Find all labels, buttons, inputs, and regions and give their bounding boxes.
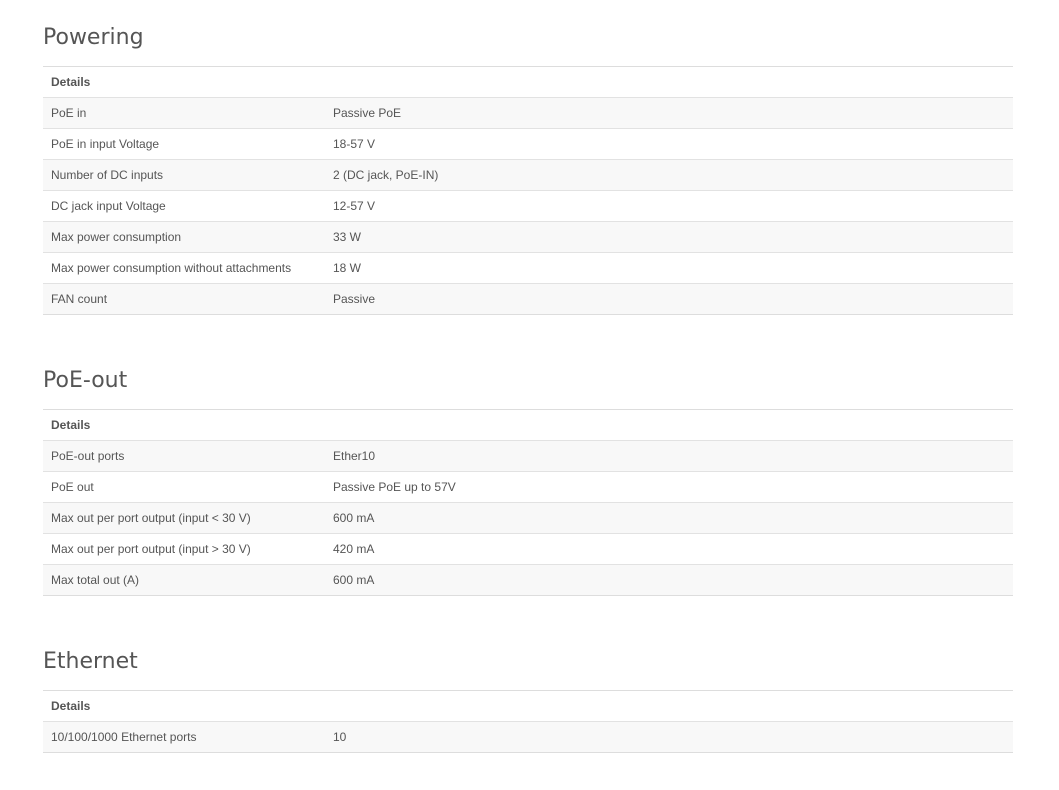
table-row: 10/100/1000 Ethernet ports 10	[43, 721, 1014, 753]
spec-label: Max total out (A)	[43, 564, 325, 596]
section-poe-out: PoE-out Details PoE-out ports Ether10 Po…	[43, 365, 1014, 596]
spec-value: Passive	[325, 283, 1014, 315]
specs-table: Details PoE in Passive PoE PoE in input …	[43, 66, 1014, 315]
table-row: PoE-out ports Ether10	[43, 440, 1014, 472]
spec-label: PoE out	[43, 471, 325, 503]
section-title: Ethernet	[43, 649, 138, 674]
table-row: Max power consumption 33 W	[43, 221, 1014, 253]
spec-label: PoE in input Voltage	[43, 128, 325, 160]
spec-value: 33 W	[325, 221, 1014, 253]
table-header-details: Details	[43, 66, 1014, 98]
section-powering: Powering Details PoE in Passive PoE PoE …	[43, 22, 1014, 315]
spec-value: Passive PoE up to 57V	[325, 471, 1014, 503]
table-row: PoE in Passive PoE	[43, 97, 1014, 129]
section-title: Powering	[43, 25, 144, 50]
spec-label: Max out per port output (input < 30 V)	[43, 502, 325, 534]
spec-value: 600 mA	[325, 564, 1014, 596]
spec-label: Max power consumption without attachment…	[43, 252, 325, 284]
spec-value: 18-57 V	[325, 128, 1014, 160]
spec-label: Max out per port output (input > 30 V)	[43, 533, 325, 565]
table-row: DC jack input Voltage 12-57 V	[43, 190, 1014, 222]
specs-table: Details PoE-out ports Ether10 PoE out Pa…	[43, 409, 1014, 596]
spec-label: PoE in	[43, 97, 325, 129]
table-header-row: Details	[43, 66, 1014, 98]
spec-label: PoE-out ports	[43, 440, 325, 472]
spec-value: Passive PoE	[325, 97, 1014, 129]
table-row: PoE in input Voltage 18-57 V	[43, 128, 1014, 160]
spec-label: FAN count	[43, 283, 325, 315]
table-row: Max out per port output (input < 30 V) 6…	[43, 502, 1014, 534]
table-header-row: Details	[43, 409, 1014, 441]
spec-value: 18 W	[325, 252, 1014, 284]
spec-value: 600 mA	[325, 502, 1014, 534]
spec-label: 10/100/1000 Ethernet ports	[43, 721, 325, 753]
table-header-row: Details	[43, 690, 1014, 722]
table-header-details: Details	[43, 690, 1014, 722]
spec-label: Number of DC inputs	[43, 159, 325, 191]
spec-value: 12-57 V	[325, 190, 1014, 222]
spec-label: DC jack input Voltage	[43, 190, 325, 222]
spec-label: Max power consumption	[43, 221, 325, 253]
specs-table: Details 10/100/1000 Ethernet ports 10	[43, 690, 1014, 753]
table-row: Number of DC inputs 2 (DC jack, PoE-IN)	[43, 159, 1014, 191]
table-row: Max power consumption without attachment…	[43, 252, 1014, 284]
table-row: PoE out Passive PoE up to 57V	[43, 471, 1014, 503]
section-ethernet: Ethernet Details 10/100/1000 Ethernet po…	[43, 646, 1014, 753]
spec-value: 420 mA	[325, 533, 1014, 565]
table-row: FAN count Passive	[43, 283, 1014, 315]
spec-value: Ether10	[325, 440, 1014, 472]
spec-value: 10	[325, 721, 1014, 753]
table-header-details: Details	[43, 409, 1014, 441]
section-title: PoE-out	[43, 368, 128, 393]
spec-value: 2 (DC jack, PoE-IN)	[325, 159, 1014, 191]
table-row: Max out per port output (input > 30 V) 4…	[43, 533, 1014, 565]
table-row: Max total out (A) 600 mA	[43, 564, 1014, 596]
